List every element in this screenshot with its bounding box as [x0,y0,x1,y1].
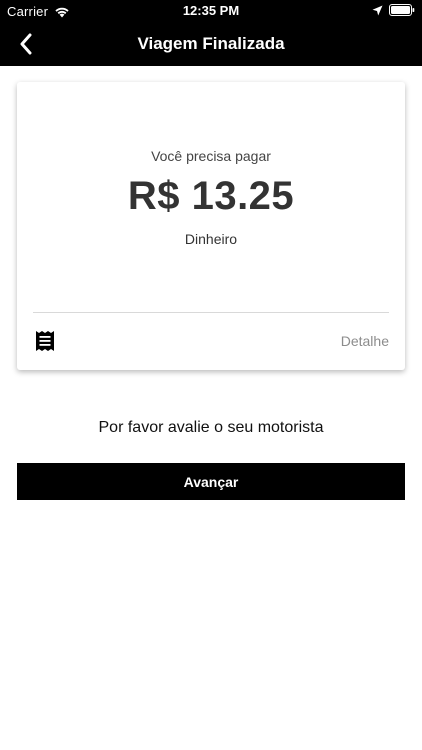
payment-card: Você precisa pagar R$ 13.25 Dinheiro Det… [17,82,405,370]
receipt-icon[interactable] [36,331,54,351]
card-divider [33,312,389,313]
battery-icon [389,4,415,16]
screen: Carrier 12:35 PM Viagem Finalizada Você … [0,0,422,750]
status-bar: Carrier 12:35 PM [0,0,422,22]
next-button[interactable]: Avançar [17,463,405,500]
payment-amount: R$ 13.25 [127,174,295,218]
location-icon [372,5,383,15]
status-right [372,4,415,16]
rate-driver-prompt: Por favor avalie o seu motorista [98,419,324,436]
navigation-bar: Viagem Finalizada [0,22,422,66]
payment-method: Dinheiro [184,231,238,247]
detail-link[interactable]: Detalhe [341,333,389,349]
payment-caption: Você precisa pagar [151,148,271,164]
status-time: 12:35 PM [182,3,240,18]
page-title: Viagem Finalizada [137,34,285,53]
